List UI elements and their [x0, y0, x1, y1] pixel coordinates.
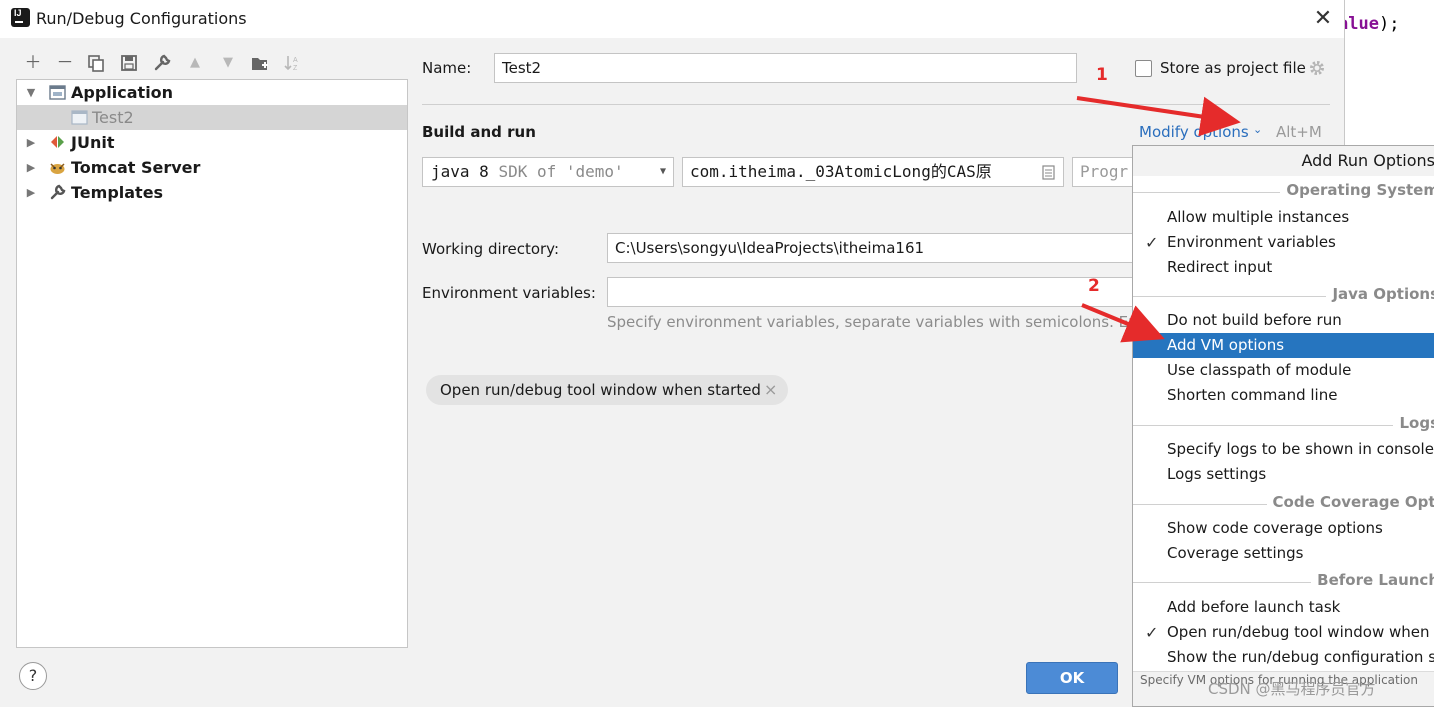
annotation-overlay — [1076, 96, 1241, 343]
watermark: CSDN @黑马程序员官方 — [1208, 680, 1376, 698]
annotation-number-2: 2 — [1088, 276, 1100, 296]
annotation-arrow-1 — [1076, 96, 1241, 137]
annotation-arrow-2 — [1081, 303, 1165, 343]
annotation-number-1: 1 — [1096, 65, 1108, 85]
